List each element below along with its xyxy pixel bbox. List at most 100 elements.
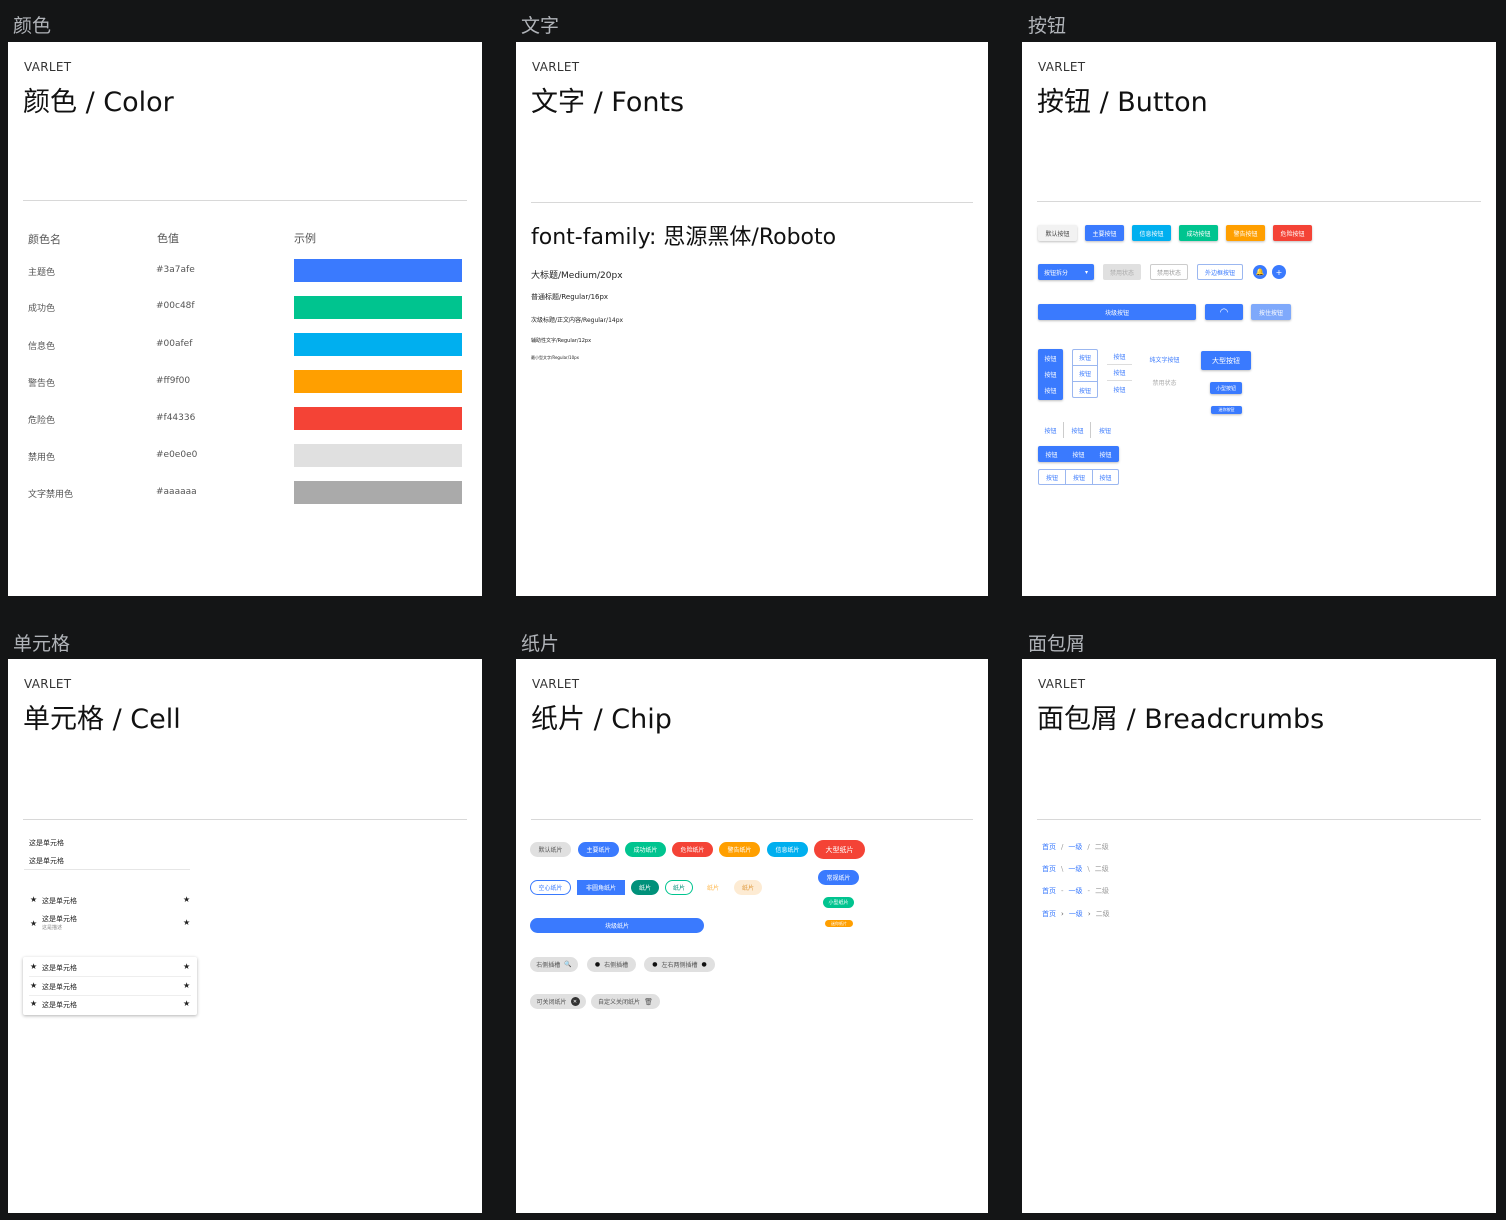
color-swatch-disabled (294, 444, 462, 467)
close-icon[interactable]: ✕ (570, 997, 580, 1006)
large-chip[interactable]: 大型纸片 (814, 840, 865, 859)
cell-title[interactable]: 这是单元格 (29, 856, 64, 866)
cell-title[interactable]: 这是单元格 (42, 982, 77, 992)
frame-label-color: 颜色 (13, 15, 52, 37)
color-swatch-info (294, 333, 462, 356)
default-chip[interactable]: 默认纸片 (530, 842, 571, 857)
group-button[interactable]: 按钮 (1065, 422, 1091, 438)
soft-warning-chip[interactable]: 纸片 (734, 880, 762, 895)
group-button[interactable]: 按钮 (1107, 381, 1132, 397)
warning-chip[interactable]: 警告纸片 (719, 842, 760, 857)
closable-chip[interactable]: 可关闭纸片 ✕ (530, 994, 586, 1009)
success-button[interactable]: 成功按钮 (1179, 225, 1218, 241)
primary-chip[interactable]: 主要纸片 (578, 842, 619, 857)
primary-button[interactable]: 主要按钮 (1085, 225, 1124, 241)
group-button[interactable]: 按钮 (1038, 366, 1063, 382)
group-button[interactable]: 按钮 (1038, 446, 1065, 462)
disabled-outline-button[interactable]: 禁用状态 (1150, 264, 1188, 280)
cell-title[interactable]: 这是单元格 (42, 963, 77, 973)
chevron-right-icon: › (1087, 910, 1091, 918)
page-title: 单元格 / Cell (23, 704, 181, 735)
group-button[interactable]: 按钮 (1073, 366, 1097, 382)
group-button[interactable]: 按钮 (1092, 422, 1118, 438)
default-button[interactable]: 默认按钮 (1038, 225, 1077, 241)
group-button[interactable]: 按钮 (1092, 446, 1119, 462)
breadcrumb-item[interactable]: 首页 (1042, 842, 1056, 852)
pressed-button[interactable]: 按住按钮 (1251, 304, 1291, 320)
artboard-cell[interactable]: VARLET 单元格 / Cell 这是单元格 这是单元格 ★ 这是单元格 ★ … (8, 659, 482, 1213)
large-button[interactable]: 大型按钮 (1201, 351, 1251, 370)
text-button[interactable]: 纯文字按钮 (1142, 351, 1187, 367)
star-icon: ★ (183, 999, 191, 1008)
outline-chip[interactable]: 空心纸片 (530, 880, 571, 895)
small-chip[interactable]: 小型纸片 (823, 897, 854, 908)
warning-button[interactable]: 警告按钮 (1226, 225, 1265, 241)
left-icon-chip[interactable]: ● 右侧插槽 (587, 957, 636, 972)
artboard-button[interactable]: VARLET 按钮 / Button 默认按钮 主要按钮 信息按钮 成功按钮 警… (1022, 42, 1496, 596)
cell-divider (29, 995, 191, 996)
group-button[interactable]: 按钮 (1038, 422, 1064, 438)
breadcrumb-item[interactable]: 首页 (1042, 909, 1056, 919)
brand-label: VARLET (1038, 677, 1086, 691)
text-disabled-button[interactable]: 禁用状态 (1142, 374, 1187, 390)
breadcrumb-item[interactable]: 一级 (1069, 886, 1083, 896)
cell-title[interactable]: 这是单元格 (42, 896, 77, 906)
breadcrumb-item[interactable]: 一级 (1069, 909, 1083, 919)
mini-button[interactable]: 迷你按钮 (1211, 406, 1242, 414)
bell-icon[interactable]: 🔔 (1253, 265, 1267, 279)
breadcrumb-separator: - (1061, 887, 1064, 895)
artboard-fonts[interactable]: VARLET 文字 / Fonts font-family: 思源黑体/Robo… (516, 42, 988, 596)
color-name: 危险色 (28, 416, 56, 426)
horizontal-text-button-group: 按钮 按钮 按钮 (1038, 422, 1118, 438)
right-icon-chip[interactable]: 右侧插槽 🔍 (530, 957, 578, 972)
block-chip[interactable]: 块级纸片 (530, 918, 704, 933)
artboard-color[interactable]: VARLET 颜色 / Color 颜色名 色值 示例 主题色 #3a7afe … (8, 42, 482, 596)
block-button[interactable]: 块级按钮 (1038, 304, 1196, 320)
breadcrumb-item[interactable]: 首页 (1042, 886, 1056, 896)
font-sample-min: 最小型文字/Regular/10px (531, 355, 580, 360)
outline-success-chip[interactable]: 纸片 (665, 880, 693, 895)
vertical-button-group: 按钮 按钮 按钮 (1038, 349, 1063, 400)
cell-title[interactable]: 这是单元格 (29, 838, 64, 848)
group-button[interactable]: 按钮 (1107, 349, 1132, 365)
text-warning-chip[interactable]: 纸片 (699, 880, 727, 895)
success-chip[interactable]: 成功纸片 (625, 842, 666, 857)
plain-chip[interactable]: 纸片 (631, 880, 659, 895)
custom-close-chip[interactable]: 自定义关闭纸片 🗑 (591, 994, 660, 1009)
group-button[interactable]: 按钮 (1066, 470, 1093, 484)
group-button[interactable]: 按钮 (1039, 470, 1066, 484)
group-button[interactable]: 按钮 (1065, 446, 1092, 462)
table-header-example: 示例 (294, 232, 316, 245)
breadcrumb-item[interactable]: 一级 (1068, 842, 1082, 852)
artboard-chip[interactable]: VARLET 纸片 / Chip 默认纸片 主要纸片 成功纸片 危险纸片 警告纸… (516, 659, 988, 1213)
frame-label-cell: 单元格 (13, 633, 71, 655)
danger-chip[interactable]: 危险纸片 (672, 842, 713, 857)
breadcrumb-item[interactable]: 首页 (1042, 864, 1056, 874)
danger-button[interactable]: 危险按钮 (1273, 225, 1312, 241)
cell-title[interactable]: 这是单元格 (42, 914, 77, 924)
color-swatch-primary (294, 259, 462, 282)
plus-icon[interactable]: + (1272, 265, 1286, 279)
loading-button[interactable]: ◠ (1205, 304, 1243, 320)
group-button[interactable]: 按钮 (1073, 382, 1097, 398)
mini-chip[interactable]: 迷你纸片 (825, 920, 853, 927)
split-button[interactable]: 按钮拆分 ▾ (1038, 264, 1094, 280)
group-button[interactable]: 按钮 (1093, 470, 1118, 484)
small-button[interactable]: 小型按钮 (1210, 382, 1242, 394)
cell-title[interactable]: 这是单元格 (42, 1000, 77, 1010)
group-button[interactable]: 按钮 (1038, 350, 1063, 366)
trash-icon[interactable]: 🗑 (644, 998, 653, 1006)
chip-label: 右侧插槽 (604, 962, 629, 969)
info-button[interactable]: 信息按钮 (1132, 225, 1171, 241)
disabled-button[interactable]: 禁用状态 (1103, 264, 1141, 280)
group-button[interactable]: 按钮 (1038, 382, 1063, 398)
artboard-breadcrumbs[interactable]: VARLET 面包屑 / Breadcrumbs 首页 / 一级 / 二级 首页… (1022, 659, 1496, 1213)
normal-chip[interactable]: 常规纸片 (818, 870, 859, 885)
breadcrumb-item[interactable]: 一级 (1068, 864, 1082, 874)
info-chip[interactable]: 信息纸片 (767, 842, 808, 857)
group-button[interactable]: 按钮 (1073, 350, 1097, 366)
outline-button[interactable]: 外边框按钮 (1197, 264, 1243, 280)
square-chip[interactable]: 非圆角纸片 (577, 880, 625, 895)
both-icon-chip[interactable]: ● 左右两侧插槽 ● (644, 957, 715, 972)
group-button[interactable]: 按钮 (1107, 365, 1132, 381)
